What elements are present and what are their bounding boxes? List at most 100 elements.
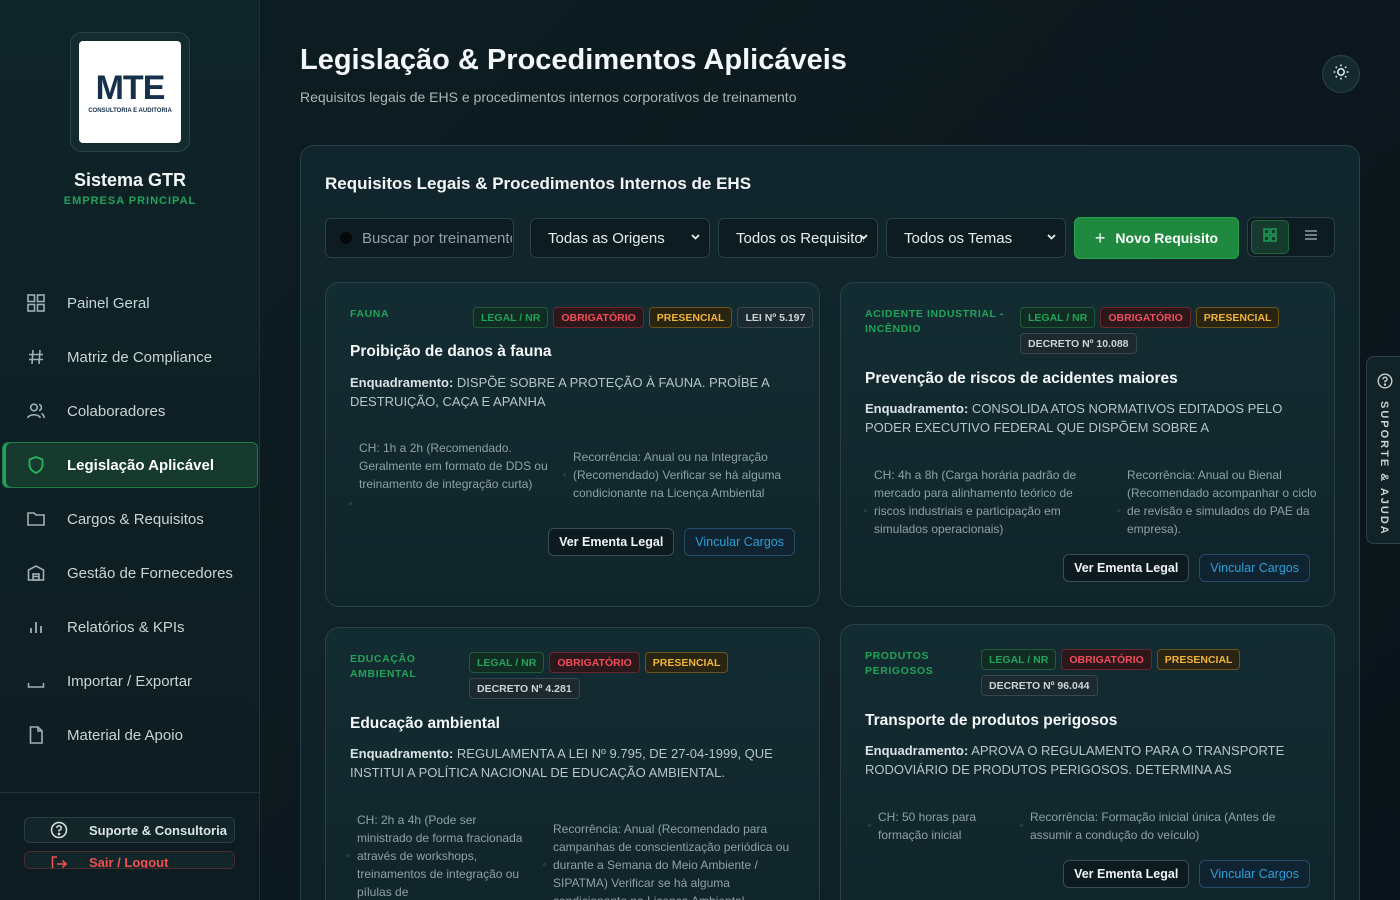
list-view-button[interactable] (1292, 220, 1330, 254)
sidebar-nav: Painel Geral Matriz de Compliance Colabo… (0, 280, 260, 766)
sidebar-item-label: Colaboradores (67, 402, 166, 420)
card-actions: Ver Ementa Legal Vincular Cargos (548, 528, 795, 556)
tag-in-person: PRESENCIAL (1156, 649, 1241, 670)
file-icon (25, 724, 47, 746)
sun-icon (1332, 63, 1350, 86)
card-recurrence: ◦ Recorrência: Anual ou Bienal (Recomenda… (1117, 468, 1317, 536)
card-actions: Ver Ementa Legal Vincular Cargos (1063, 554, 1310, 582)
requirement-filter-select[interactable]: Todos os Requisitos (718, 218, 878, 258)
support-help-tab[interactable]: SUPORTE & AJUDA (1366, 356, 1400, 544)
card-title: Prevenção de riscos de acidentes maiores (865, 370, 1178, 387)
card-category: EDUCAÇÃO AMBIENTAL (350, 653, 417, 680)
card-description: Enquadramento: CONSOLIDA ATOS NORMATIVOS… (865, 401, 1283, 435)
sidebar: MTE CONSULTORIA E AUDITORIA Sistema GTR … (0, 0, 260, 900)
support-tab-label: SUPORTE & AJUDA (1378, 401, 1390, 536)
origin-filter-value: Todas as Origens (548, 229, 665, 247)
hash-icon (25, 346, 47, 368)
sidebar-item-legislacao[interactable]: Legislação Aplicável (2, 442, 258, 488)
search-icon (340, 232, 352, 244)
card-description: Enquadramento: REGULAMENTA A LEI Nº 9.79… (350, 746, 773, 780)
users-icon (25, 400, 47, 422)
brand-subtitle: EMPRESA PRINCIPAL (63, 195, 197, 207)
card-workload: ◦ CH: 1h a 2h (Recomendado. Geralmente em… (349, 439, 549, 508)
tag-mandatory: OBRIGATÓRIO (1061, 649, 1152, 670)
sidebar-item-fornecedores[interactable]: Gestão de Fornecedores (2, 550, 258, 596)
sidebar-item-painel-geral[interactable]: Painel Geral (2, 280, 258, 326)
folder-icon (25, 508, 47, 530)
refresh-icon: ◦ (1117, 506, 1120, 515)
refresh-icon: ◦ (1020, 821, 1023, 830)
grid-view-button[interactable] (1251, 220, 1289, 254)
tag-legal: LEGAL / NR (981, 649, 1057, 670)
card-recurrence: ◦ Recorrência: Formação inicial única (An… (1020, 810, 1276, 842)
card-title: Proibição de danos à fauna (350, 343, 552, 360)
sidebar-item-label: Importar / Exportar (67, 672, 193, 690)
list-icon (1304, 228, 1318, 247)
clock-icon: ◦ (864, 506, 867, 515)
link-positions-button[interactable]: Vincular Cargos (1199, 554, 1310, 582)
tag-in-person: PRESENCIAL (648, 307, 733, 328)
building-icon (25, 562, 47, 584)
sidebar-item-label: Matriz de Compliance (67, 348, 213, 366)
card-title: Educação ambiental (350, 715, 500, 732)
logout-button[interactable]: Sair / Logout (24, 851, 235, 869)
tag-legal: LEGAL / NR (469, 652, 545, 673)
new-requirement-button[interactable]: + Novo Requisito (1074, 217, 1239, 259)
sidebar-item-colaboradores[interactable]: Colaboradores (2, 388, 258, 434)
link-positions-button[interactable]: Vincular Cargos (1199, 860, 1310, 888)
refresh-icon: ◦ (563, 470, 566, 479)
sidebar-item-label: Painel Geral (67, 294, 150, 312)
shield-icon (25, 454, 47, 476)
chevron-down-icon (1046, 231, 1057, 245)
origin-filter-select[interactable]: Todas as Origens (530, 218, 710, 258)
refresh-icon: ◦ (543, 860, 546, 869)
tag-in-person: PRESENCIAL (1195, 307, 1280, 328)
chevron-down-icon (858, 231, 869, 245)
help-circle-icon (49, 821, 69, 839)
requirement-card: ACIDENTE INDUSTRIAL - INCÊNDIO LEGAL / N… (840, 282, 1335, 607)
card-tags: LEGAL / NR OBRIGATÓRIO PRESENCIAL DECRET… (469, 652, 729, 699)
help-circle-icon (1377, 373, 1393, 394)
sidebar-item-matriz-compliance[interactable]: Matriz de Compliance (2, 334, 258, 380)
card-recurrence: ◦ Recorrência: Anual (Recomendado para ca… (543, 822, 790, 900)
view-legal-summary-button[interactable]: Ver Ementa Legal (548, 528, 675, 556)
tray-icon (25, 670, 47, 692)
tag-legal: LEGAL / NR (473, 307, 549, 328)
theme-toggle-button[interactable] (1322, 55, 1360, 93)
card-tags: LEGAL / NR OBRIGATÓRIO PRESENCIAL LEI Nº… (473, 307, 814, 328)
card-title: Transporte de produtos perigosos (865, 712, 1118, 729)
logo-subtext: CONSULTORIA E AUDITORIA (88, 107, 172, 114)
tag-mandatory: OBRIGATÓRIO (553, 307, 644, 328)
card-workload: ◦ CH: 2h a 4h (Pode ser ministrado de for… (347, 813, 523, 899)
tag-law-reference: DECRETO Nº 96.044 (981, 675, 1098, 696)
requirement-card: PRODUTOS PERIGOSOS LEGAL / NR OBRIGATÓRI… (840, 624, 1335, 900)
logo-text: MTE (95, 68, 166, 107)
tag-law-reference: LEI Nº 5.197 (737, 307, 814, 328)
card-description: Enquadramento: APROVA O REGULAMENTO PARA… (865, 743, 1285, 777)
card-tags: LEGAL / NR OBRIGATÓRIO PRESENCIAL DECRET… (1020, 307, 1290, 354)
support-button[interactable]: Suporte & Consultoria (24, 817, 235, 843)
requirement-card: FAUNA LEGAL / NR OBRIGATÓRIO PRESENCIAL … (325, 282, 820, 607)
theme-filter-select[interactable]: Todos os Temas (886, 218, 1066, 258)
requirement-card: EDUCAÇÃO AMBIENTAL LEGAL / NR OBRIGATÓRI… (325, 627, 820, 900)
sidebar-item-cargos[interactable]: Cargos & Requisitos (2, 496, 258, 542)
sidebar-item-relatorios[interactable]: Relatórios & KPIs (2, 604, 258, 650)
card-workload: ◦ CH: 50 horas para formação inicial (868, 810, 977, 842)
page-subtitle: Requisitos legais de EHS e procedimentos… (300, 89, 797, 105)
link-positions-button[interactable]: Vincular Cargos (684, 528, 795, 556)
chevron-down-icon (690, 231, 701, 245)
tag-in-person: PRESENCIAL (644, 652, 729, 673)
sidebar-item-importar[interactable]: Importar / Exportar (2, 658, 258, 704)
view-legal-summary-button[interactable]: Ver Ementa Legal (1063, 860, 1190, 888)
clock-icon: ◦ (347, 851, 350, 860)
brand-title: Sistema GTR (73, 170, 187, 190)
sidebar-item-material[interactable]: Material de Apoio (2, 712, 258, 758)
clock-icon: ◦ (868, 821, 871, 830)
search-input[interactable] (362, 229, 512, 247)
view-legal-summary-button[interactable]: Ver Ementa Legal (1063, 554, 1190, 582)
company-logo: MTE CONSULTORIA E AUDITORIA (70, 32, 190, 152)
card-recurrence: ◦ Recorrência: Anual ou na Integração (Re… (563, 450, 782, 500)
tag-law-reference: DECRETO Nº 4.281 (469, 678, 580, 699)
plus-icon: + (1094, 227, 1106, 248)
grid-icon (25, 292, 47, 314)
